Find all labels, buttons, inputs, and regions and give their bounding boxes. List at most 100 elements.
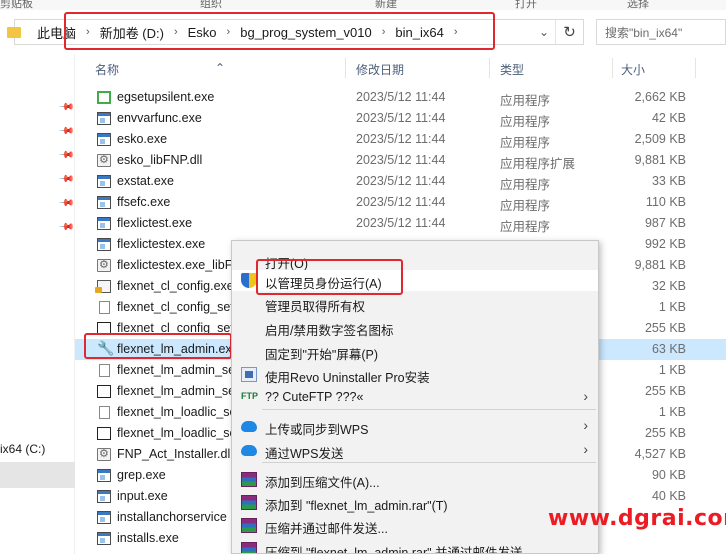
file-type: 应用程序	[500, 115, 551, 129]
breadcrumb-bin-ix64[interactable]: bin_ix64	[393, 25, 445, 40]
file-date: 2023/5/12 11:44	[356, 174, 446, 188]
file-name: grep.exe	[117, 468, 166, 482]
pin-icon[interactable]: 📌	[58, 123, 75, 140]
pin-icon[interactable]: 📌	[58, 171, 75, 188]
context-menu-label: 管理员取得所有权	[265, 300, 366, 314]
file-date: 2023/5/12 11:44	[356, 216, 446, 230]
column-name[interactable]: 名称	[95, 61, 119, 78]
breadcrumb-separator-icon[interactable]: ›	[446, 26, 466, 38]
breadcrumb-this-pc[interactable]: 此电脑	[35, 23, 78, 42]
context-menu-label: 使用Revo Uninstaller Pro安装	[265, 371, 430, 385]
exe-file-icon	[97, 511, 111, 524]
file-row[interactable]: envvarfunc.exe 2023/5/12 11:44 应用程序 42 KB	[75, 108, 726, 129]
file-icon	[99, 364, 110, 377]
column-size[interactable]: 大小	[621, 61, 645, 78]
file-size: 33 KB	[651, 174, 686, 188]
file-name: esko_libFNP.dll	[117, 153, 203, 167]
ribbon-label-select: 选择	[627, 0, 649, 10]
context-menu-item[interactable]: 使用Revo Uninstaller Pro安装	[232, 364, 598, 385]
file-type: 应用程序	[500, 136, 551, 150]
context-menu-label: 上传或同步到WPS	[265, 423, 369, 437]
file-date: 2023/5/12 11:44	[356, 132, 446, 146]
breadcrumb-separator-icon[interactable]: ›	[78, 26, 98, 38]
context-menu-item[interactable]: 添加到 "flexnet_lm_admin.rar"(T)	[232, 492, 598, 513]
file-name: egsetupsilent.exe	[117, 90, 215, 104]
pin-icon[interactable]: 📌	[58, 195, 75, 212]
pin-icon[interactable]: 📌	[58, 219, 75, 236]
context-menu-item[interactable]: 打开(O)	[232, 250, 598, 271]
file-type: 应用程序	[500, 220, 551, 234]
breadcrumb-drive-d[interactable]: 新加卷 (D:)	[98, 23, 166, 42]
address-dropdown-icon[interactable]: ⌄	[539, 25, 549, 39]
breadcrumb-esko[interactable]: Esko	[186, 25, 219, 40]
refresh-icon[interactable]: ↻	[555, 20, 583, 44]
file-name: esko.exe	[117, 132, 168, 146]
exe-file-icon	[97, 175, 111, 188]
pin-icon[interactable]: 📌	[58, 99, 75, 116]
file-size: 110 KB	[645, 195, 686, 209]
column-divider[interactable]	[345, 58, 346, 78]
breadcrumb-separator-icon[interactable]: ›	[374, 26, 394, 38]
file-row[interactable]: ffsefc.exe 2023/5/12 11:44 应用程序 110 KB	[75, 192, 726, 213]
file-name: installanchorservice	[117, 510, 227, 524]
breadcrumb-bg-prog-system[interactable]: bg_prog_system_v010	[238, 25, 374, 40]
file-row[interactable]: esko.exe 2023/5/12 11:44 应用程序 2,509 KB	[75, 129, 726, 150]
file-size: 255 KB	[644, 321, 686, 335]
context-menu-item[interactable]: FTP ?? CuteFTP ???« ›	[232, 387, 598, 408]
exe-file-icon	[97, 469, 111, 482]
pin-icon[interactable]: 📌	[58, 147, 75, 164]
context-menu-label: 压缩到 "flexnet_lm_admin.rar" 并通过邮件发送	[265, 546, 523, 554]
context-menu-item[interactable]: 添加到压缩文件(A)...	[232, 469, 598, 490]
context-menu-label: 添加到压缩文件(A)...	[265, 476, 380, 490]
file-name: flexnet_cl_config_set	[117, 321, 234, 335]
context-menu-item[interactable]: 压缩并通过邮件发送...	[232, 515, 598, 536]
file-size: 4,527 KB	[634, 447, 686, 461]
file-row[interactable]: exstat.exe 2023/5/12 11:44 应用程序 33 KB	[75, 171, 726, 192]
column-type[interactable]: 类型	[500, 61, 524, 78]
context-menu-item[interactable]: 以管理员身份运行(A)	[232, 270, 598, 291]
nav-drive-c[interactable]: ix64 (C:)	[0, 442, 45, 456]
column-divider[interactable]	[612, 58, 613, 78]
menu-separator	[262, 462, 596, 463]
context-menu-label: 启用/禁用数字签名图标	[265, 324, 394, 338]
exe-file-icon	[95, 280, 111, 293]
context-menu-item[interactable]: 管理员取得所有权	[232, 293, 598, 314]
column-divider[interactable]	[489, 58, 490, 78]
context-menu-item[interactable]: 上传或同步到WPS ›	[232, 416, 598, 437]
file-name: flexnet_lm_loadlic_se	[117, 426, 237, 440]
search-input[interactable]: 搜索"bin_ix64"	[596, 19, 726, 45]
shield-icon	[241, 273, 257, 288]
context-menu-item[interactable]: 启用/禁用数字签名图标	[232, 317, 598, 338]
breadcrumb-separator-icon[interactable]: ›	[219, 26, 239, 38]
file-row[interactable]: esko_libFNP.dll 2023/5/12 11:44 应用程序扩展 9,88…	[75, 150, 726, 171]
file-size: 992 KB	[644, 237, 686, 251]
column-date[interactable]: 修改日期	[356, 61, 404, 78]
cloud-icon	[241, 421, 257, 432]
context-menu-item[interactable]: 压缩到 "flexnet_lm_admin.rar" 并通过邮件发送	[232, 539, 598, 554]
file-date: 2023/5/12 11:44	[356, 90, 446, 104]
file-name: installs.exe	[117, 531, 179, 545]
submenu-arrow-icon: ›	[583, 388, 588, 404]
file-size: 9,881 KB	[634, 258, 686, 272]
ribbon-label-new: 新建	[375, 0, 397, 10]
column-divider[interactable]	[695, 58, 696, 78]
cute-icon: FTP	[241, 391, 258, 401]
file-name: ffsefc.exe	[117, 195, 171, 209]
context-menu-item[interactable]: 固定到"开始"屏幕(P)	[232, 341, 598, 362]
file-size: 63 KB	[651, 342, 686, 356]
exe-file-icon	[97, 133, 111, 146]
file-name: input.exe	[117, 489, 168, 503]
file-row[interactable]: flexlictest.exe 2023/5/12 11:44 应用程序 987 KB	[75, 213, 726, 234]
dll-file-icon	[97, 153, 111, 167]
exe-file-icon	[97, 532, 111, 545]
file-name: flexlictestex.exe_libF	[117, 258, 233, 272]
file-name: flexnet_lm_admin_se	[117, 363, 236, 377]
file-name: exstat.exe	[117, 174, 174, 188]
address-bar[interactable]: 此电脑 › 新加卷 (D:) › Esko › bg_prog_system_v…	[7, 19, 584, 45]
breadcrumb-separator-icon[interactable]: ›	[166, 26, 186, 38]
file-row[interactable]: egsetupsilent.exe 2023/5/12 11:44 应用程序 2,66…	[75, 87, 726, 108]
file-size: 1 KB	[658, 300, 686, 314]
file-name: flexnet_cl_config_set	[117, 300, 234, 314]
context-menu-item[interactable]: 通过WPS发送 ›	[232, 440, 598, 461]
nav-selected-item[interactable]	[0, 462, 75, 488]
